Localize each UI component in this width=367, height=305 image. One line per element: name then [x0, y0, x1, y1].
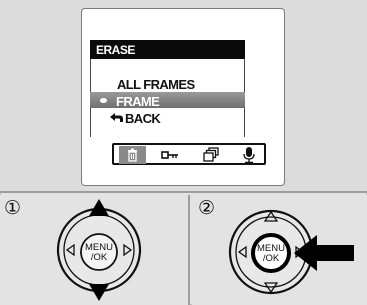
step-2-number: ②: [198, 198, 216, 219]
tab-voice[interactable]: [236, 146, 263, 164]
menu-ok-label-line2: /OK: [263, 253, 280, 264]
up-arrow-icon[interactable]: [89, 199, 109, 216]
mode-tab-strip: [112, 143, 266, 165]
menu-ok-label-line2: /OK: [91, 252, 108, 263]
back-arrow-icon: [110, 113, 123, 122]
menu-title-bar: ERASE: [90, 40, 245, 59]
step-1-number: ①: [4, 198, 22, 219]
down-arrow-icon[interactable]: [89, 284, 109, 301]
trash-icon: [128, 148, 137, 162]
selection-bullet-icon: [100, 98, 107, 103]
menu-item-all-frames[interactable]: ALL FRAMES: [117, 77, 195, 92]
menu-item-frame[interactable]: FRAME: [116, 94, 160, 109]
menu-selection-highlight: [90, 92, 245, 108]
tab-protect[interactable]: [157, 146, 184, 164]
frames-icon: [203, 147, 219, 162]
menu-item-back[interactable]: BACK: [125, 111, 161, 126]
four-way-controller-step1: MENU /OK: [56, 199, 142, 301]
microphone-icon: [243, 147, 255, 164]
key-icon: [161, 151, 178, 159]
menu-title: ERASE: [96, 43, 135, 57]
tab-frames[interactable]: [198, 146, 225, 164]
four-way-controller-step2: MENU /OK: [228, 209, 354, 295]
tab-trash[interactable]: [119, 146, 146, 164]
